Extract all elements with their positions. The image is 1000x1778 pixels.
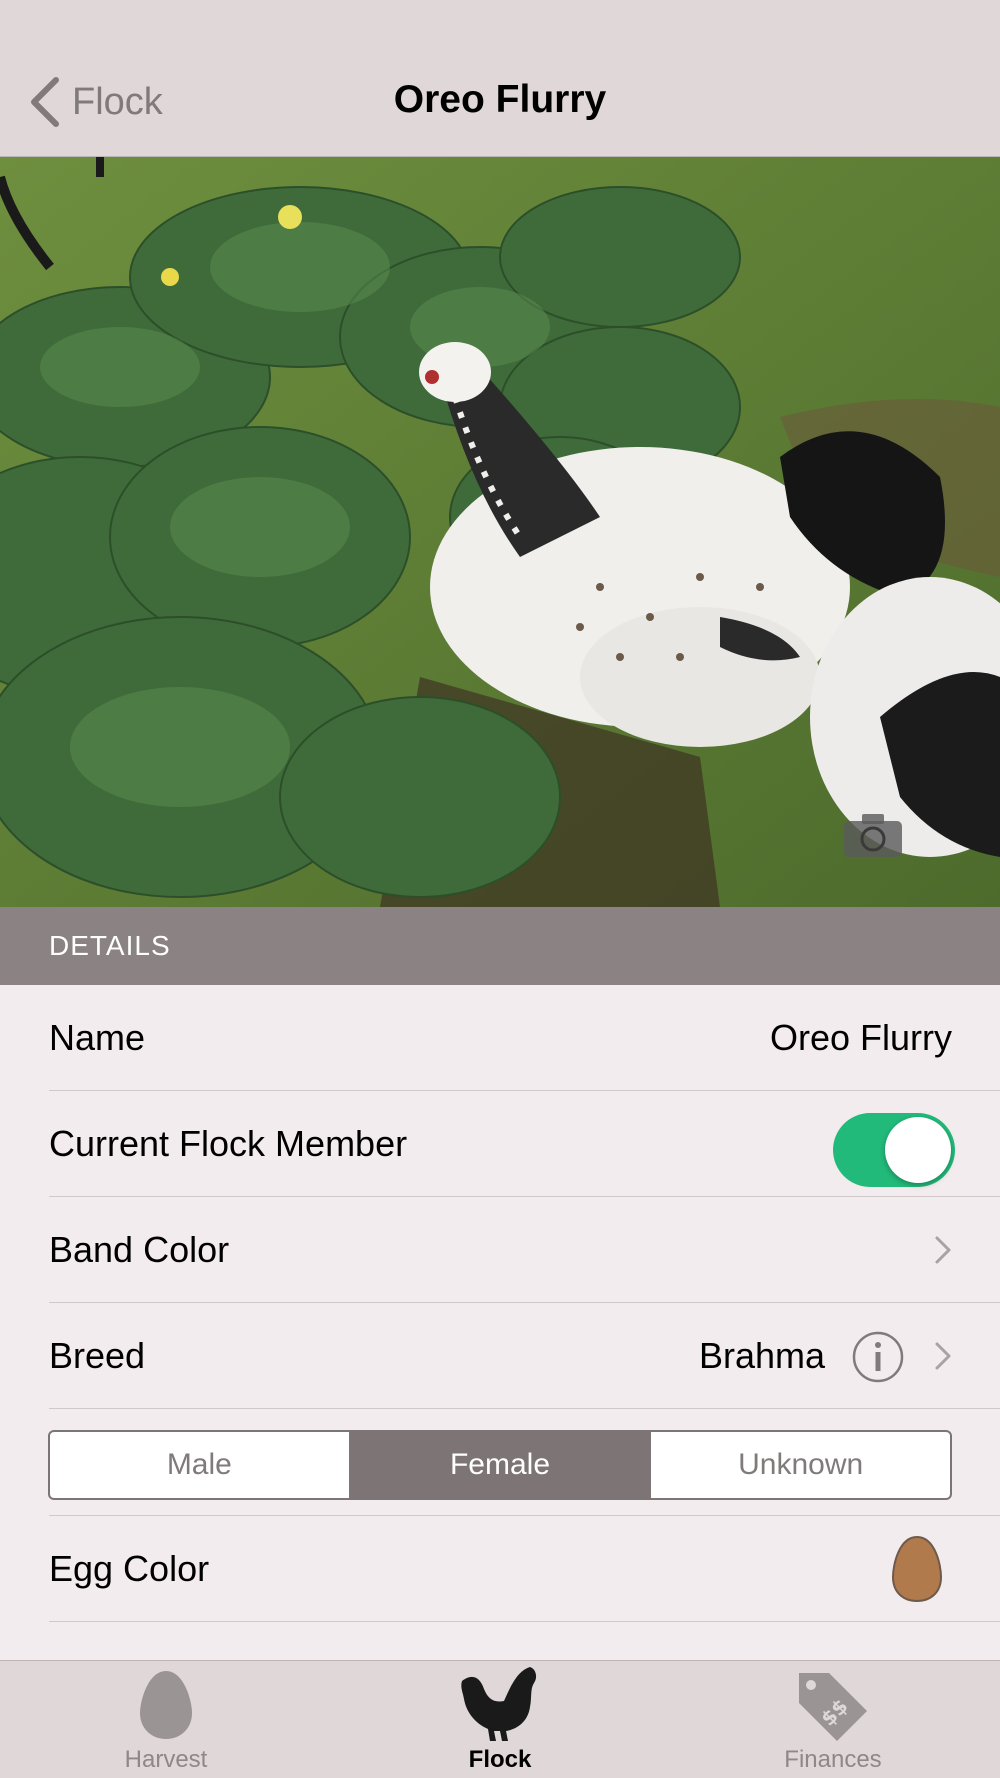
name-label: Name [49,1017,146,1058]
egg-color-row[interactable]: Egg Color [0,1516,1000,1622]
chicken-photo[interactable] [0,157,1000,907]
navigation-bar: Flock Oreo Flurry [0,0,1000,157]
camera-icon[interactable] [842,811,904,859]
page-title: Oreo Flurry [393,78,607,121]
tab-finances[interactable]: $$ Finances [708,1661,958,1778]
divider [49,1621,1000,1622]
info-icon[interactable] [852,1331,904,1383]
chevron-right-icon [935,1236,951,1264]
segment-female[interactable]: Female [350,1432,652,1498]
tab-harvest[interactable]: Harvest [41,1661,291,1778]
divider [49,1408,1000,1409]
egg-icon [140,1671,192,1739]
sex-segmented-control: Male Female Unknown [48,1430,952,1500]
tab-flock-label: Flock [468,1746,532,1773]
current-flock-member-row: Current Flock Member [0,1091,1000,1197]
price-tag-icon: $$ [799,1673,867,1741]
breed-value: Brahma [698,1335,825,1376]
breed-row[interactable]: Breed Brahma [0,1303,1000,1409]
egg-color-swatch-icon[interactable] [891,1535,943,1603]
photo-image [0,157,1000,907]
segment-unknown[interactable]: Unknown [651,1432,950,1498]
tab-bar: Harvest Flock $$ Finances [0,1660,1000,1778]
tab-finances-label: Finances [784,1746,882,1773]
band-color-label: Band Color [49,1229,230,1270]
breed-label: Breed [49,1335,146,1376]
tab-flock[interactable]: Flock [375,1661,625,1778]
chevron-right-icon [935,1342,951,1370]
name-row[interactable]: Name Oreo Flurry [0,985,1000,1091]
current-flock-member-label: Current Flock Member [49,1123,408,1164]
band-color-row[interactable]: Band Color [0,1197,1000,1303]
name-value[interactable]: Oreo Flurry [770,985,952,1091]
details-section-header: DETAILS [0,907,1000,985]
segment-male[interactable]: Male [50,1432,351,1498]
current-flock-member-toggle[interactable] [833,1113,955,1187]
egg-color-label: Egg Color [49,1548,210,1589]
toggle-knob [885,1117,951,1183]
chicken-icon [461,1667,537,1741]
tab-harvest-label: Harvest [124,1746,208,1773]
